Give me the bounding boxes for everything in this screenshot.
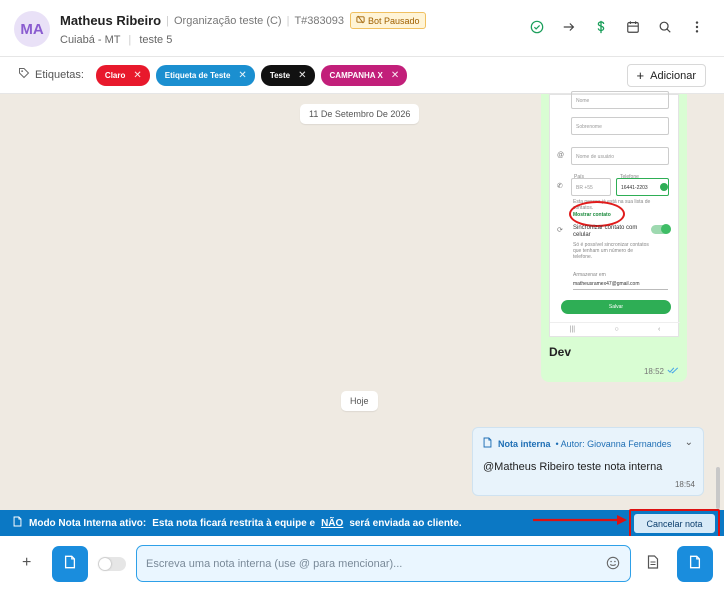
red-highlight-box: Cancelar nota	[629, 509, 720, 538]
chevron-down-icon[interactable]: ⌄	[685, 437, 693, 448]
document-icon[interactable]	[647, 555, 659, 574]
divider: |	[286, 14, 290, 27]
tags-label: Etiquetas:	[35, 69, 84, 81]
remove-tag-icon[interactable]: ✕	[238, 70, 246, 81]
banner-text: Esta nota ficará restrita à equipe e	[152, 517, 316, 529]
image-field: BR +55	[571, 178, 611, 196]
bot-paused-icon	[356, 15, 365, 26]
arrow-right-icon[interactable]	[560, 18, 578, 36]
red-highlight-circle	[569, 201, 625, 227]
divider: |	[128, 34, 132, 46]
note-text: @Matheus Ribeiro teste nota interna	[483, 461, 663, 473]
header-actions	[528, 18, 706, 36]
tag-chip[interactable]: Teste ✕	[260, 64, 315, 86]
internal-note-bubble: Nota interna • Autor: Giovanna Fernandes…	[472, 427, 704, 496]
banner-title: Modo Nota Interna ativo:	[29, 517, 147, 529]
image-message-bubble: Nome Sobrenome @ Nome de usuário ✆ País …	[541, 91, 687, 382]
red-arrow-annotation	[533, 515, 627, 525]
contact-info-line: Matheus Ribeiro | Organização teste (C) …	[60, 12, 426, 29]
note-time: 18:54	[674, 480, 695, 489]
calendar-icon[interactable]	[624, 18, 642, 36]
image-field: Nome de usuário	[571, 147, 669, 165]
add-tag-label: Adicionar	[650, 69, 696, 82]
remove-tag-icon[interactable]: ✕	[391, 70, 399, 81]
tag-label: Etiqueta de Teste	[164, 70, 231, 80]
ticket-number: T#383093	[294, 14, 344, 27]
home-icon: ○	[614, 326, 619, 333]
tags-bar: Etiquetas: Claro ✕ Etiqueta de Teste ✕ Tes…	[0, 57, 724, 94]
message-caption: Dev	[549, 345, 572, 359]
remove-tag-icon[interactable]: ✕	[298, 70, 306, 81]
image-sync-desc: Só é possível sincronizar contatos que t…	[573, 242, 649, 260]
recents-icon: |||	[569, 326, 576, 333]
plus-icon[interactable]: +	[22, 554, 31, 572]
cancel-note-button[interactable]: Cancelar nota	[634, 514, 715, 533]
check-circle-icon[interactable]	[528, 18, 546, 36]
avatar[interactable]: MA	[14, 11, 50, 47]
image-field: Sobrenome	[571, 117, 669, 135]
double-check-icon	[667, 366, 679, 376]
image-phone-value: 16441-2203	[621, 185, 648, 191]
signature-toggle[interactable]	[98, 557, 126, 571]
message-time: 18:52	[644, 366, 679, 376]
today-separator: Hoje	[341, 391, 378, 411]
bot-status-label: Bot Pausado	[368, 15, 420, 26]
note-icon	[12, 516, 23, 530]
organization-name: Organização teste (C)	[173, 14, 282, 27]
tag-chip[interactable]: CAMPANHA X ✕	[320, 64, 408, 86]
contact-name[interactable]: Matheus Ribeiro	[60, 13, 161, 28]
scrollbar-thumb[interactable]	[716, 467, 720, 509]
message-image[interactable]: Nome Sobrenome @ Nome de usuário ✆ País …	[549, 91, 680, 337]
queue-name: teste 5	[139, 34, 173, 46]
banner-text-after: será enviada ao cliente.	[349, 517, 462, 529]
add-tag-button[interactable]: + Adicionar	[626, 64, 706, 87]
tag-chip[interactable]: Etiqueta de Teste ✕	[155, 64, 255, 86]
note-header: Nota interna • Autor: Giovanna Fernandes	[482, 437, 671, 450]
phone-icon: ✆	[557, 183, 563, 190]
bot-status-badge: Bot Pausado	[350, 12, 426, 29]
note-title: Nota interna	[498, 438, 551, 449]
chat-header: MA Matheus Ribeiro | Organização teste (…	[0, 0, 724, 57]
divider: |	[166, 14, 169, 27]
note-icon	[63, 555, 77, 574]
image-sync-title: Sincronizar contato com celular	[573, 225, 638, 238]
note-icon	[688, 555, 702, 574]
tag-chip[interactable]: Claro ✕	[95, 64, 150, 86]
composer: +	[0, 536, 724, 592]
sync-icon: ⟳	[557, 227, 563, 234]
at-icon: @	[557, 152, 565, 159]
tag-label: Teste	[269, 70, 291, 80]
contact-subinfo: Cuiabá - MT | teste 5	[60, 34, 172, 46]
remove-tag-icon[interactable]: ✕	[133, 70, 141, 81]
tag-icon	[18, 66, 30, 84]
dollar-icon[interactable]	[592, 18, 610, 36]
image-nav-bar: ||| ○ ‹	[550, 322, 680, 336]
image-field: Nome	[571, 91, 669, 109]
internal-note-button[interactable]	[52, 546, 88, 582]
emoji-icon[interactable]	[606, 556, 620, 575]
date-separator: 11 De Setembro De 2026	[300, 104, 420, 124]
image-label: Armazenar em	[573, 272, 606, 278]
note-icon	[482, 437, 493, 450]
banner-emphasis: NÃO	[321, 517, 344, 529]
tag-label: Claro	[104, 70, 126, 80]
send-note-button[interactable]	[677, 546, 713, 582]
valid-check-icon	[660, 183, 668, 191]
image-toggle	[651, 224, 671, 234]
note-input[interactable]	[146, 555, 601, 573]
message-time-text: 18:52	[643, 366, 664, 376]
image-save-button: Salvar	[561, 300, 671, 314]
message-input-box	[136, 545, 631, 582]
note-author: • Autor: Giovanna Fernandes	[555, 438, 672, 449]
tag-label: CAMPANHA X	[329, 70, 383, 80]
contact-location: Cuiabá - MT	[60, 34, 121, 46]
image-save-to: matheusramex47@gmail.com	[573, 281, 668, 290]
more-vertical-icon[interactable]	[688, 18, 706, 36]
back-icon: ‹	[657, 326, 661, 333]
plus-icon: +	[636, 68, 645, 83]
search-icon[interactable]	[656, 18, 674, 36]
